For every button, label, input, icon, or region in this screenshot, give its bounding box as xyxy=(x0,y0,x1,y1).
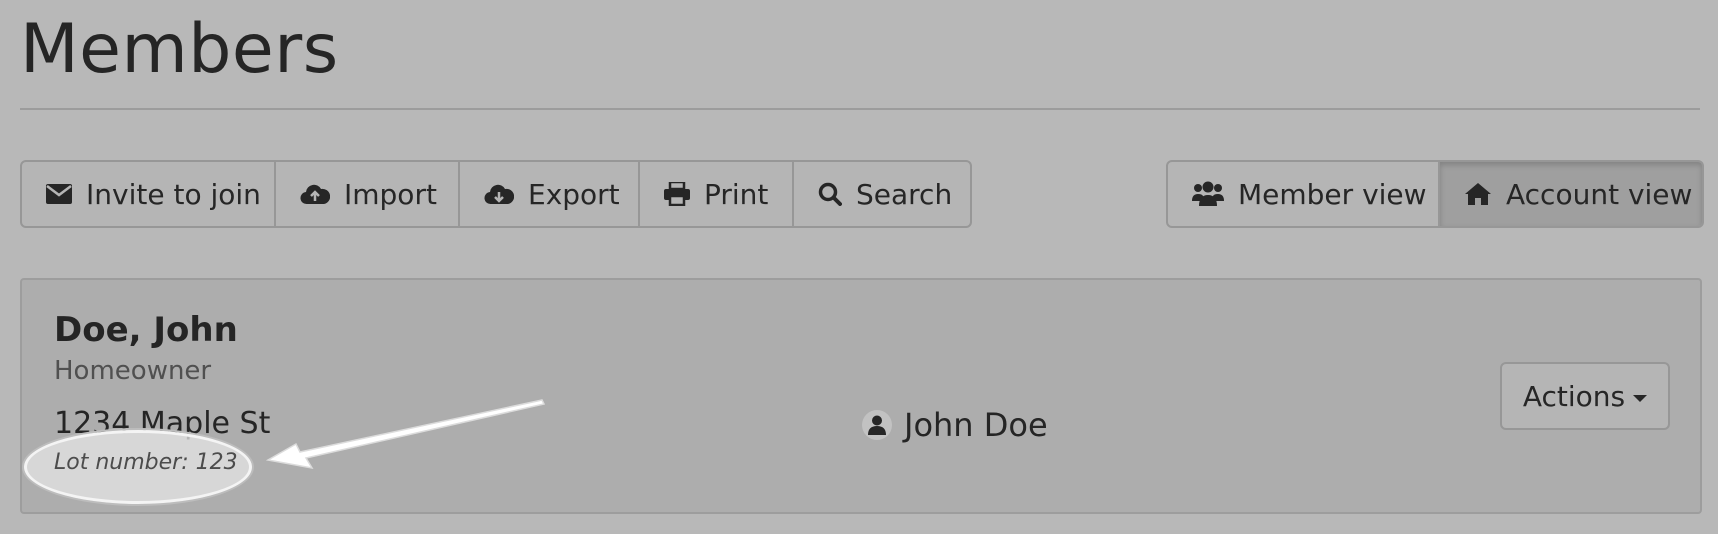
invite-button[interactable]: Invite to join xyxy=(22,162,276,226)
page-title: Members xyxy=(20,10,339,89)
printer-icon xyxy=(664,182,690,206)
search-label: Search xyxy=(856,177,953,211)
cloud-upload-icon xyxy=(300,183,330,205)
member-view-button[interactable]: Member view xyxy=(1168,162,1440,226)
contact-name: John Doe xyxy=(904,406,1048,444)
lot-number: Lot number: 123 xyxy=(54,450,238,475)
home-icon xyxy=(1464,182,1492,206)
toolbar: Invite to join Import Export Print Searc… xyxy=(20,160,972,228)
account-view-button[interactable]: Account view xyxy=(1440,162,1702,226)
export-button[interactable]: Export xyxy=(460,162,640,226)
user-icon xyxy=(862,410,892,440)
invite-label: Invite to join xyxy=(86,177,261,211)
envelope-icon xyxy=(46,184,72,204)
import-button[interactable]: Import xyxy=(276,162,460,226)
member-name[interactable]: Doe, John xyxy=(54,310,238,350)
members-page: Members Invite to join Import Export Pri… xyxy=(0,0,1718,534)
account-view-label: Account view xyxy=(1506,177,1693,211)
import-label: Import xyxy=(344,177,437,211)
search-button[interactable]: Search xyxy=(794,162,970,226)
view-toggle: Member view Account view xyxy=(1166,160,1704,228)
member-card: Doe, John Homeowner 1234 Maple St Lot nu… xyxy=(20,278,1702,514)
title-divider xyxy=(20,108,1700,110)
member-contact[interactable]: John Doe xyxy=(862,406,1048,444)
caret-down-icon xyxy=(1633,394,1648,402)
actions-label: Actions xyxy=(1522,379,1626,413)
print-button[interactable]: Print xyxy=(640,162,794,226)
print-label: Print xyxy=(704,177,769,211)
users-icon xyxy=(1192,181,1224,207)
export-label: Export xyxy=(528,177,620,211)
member-role: Homeowner xyxy=(54,356,212,386)
search-icon xyxy=(818,182,842,206)
actions-dropdown-button[interactable]: Actions xyxy=(1500,362,1670,430)
member-view-label: Member view xyxy=(1238,177,1427,211)
cloud-download-icon xyxy=(484,183,514,205)
